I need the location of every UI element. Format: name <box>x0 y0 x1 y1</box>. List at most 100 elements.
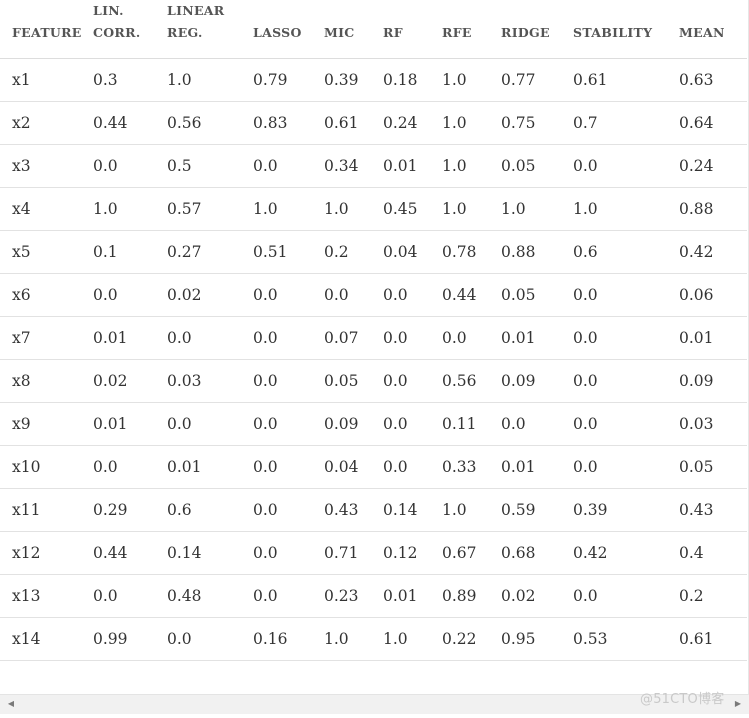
table-row: x12 0.44 0.14 0.0 0.71 0.12 0.67 0.68 0.42 0.4 <box>0 531 747 575</box>
score-cell: 1.0 <box>253 187 324 231</box>
score-cell: 0.01 <box>383 144 442 188</box>
column-header-rfe: RFE <box>442 0 501 59</box>
score-cell: 0.0 <box>573 445 679 489</box>
score-cell: 0.56 <box>167 101 253 145</box>
score-cell: 1.0 <box>442 144 501 188</box>
feature-name-cell: x1 <box>0 58 93 102</box>
table-row: x9 0.01 0.0 0.0 0.09 0.0 0.11 0.0 0.0 0.03 <box>0 402 747 446</box>
score-cell: 0.0 <box>253 273 324 317</box>
table-row: x6 0.0 0.02 0.0 0.0 0.0 0.44 0.05 0.0 0.06 <box>0 273 747 317</box>
chevron-left-icon[interactable]: ◀ <box>4 698 18 710</box>
score-cell: 1.0 <box>167 58 253 102</box>
feature-name-cell: x14 <box>0 617 93 661</box>
score-cell: 0.22 <box>442 617 501 661</box>
score-cell: 0.56 <box>442 359 501 403</box>
score-cell: 0.6 <box>573 230 679 274</box>
score-cell: 0.24 <box>679 144 747 188</box>
score-cell: 0.68 <box>501 531 573 575</box>
score-cell: 0.75 <box>501 101 573 145</box>
score-cell: 0.0 <box>442 316 501 360</box>
score-cell: 0.0 <box>253 144 324 188</box>
feature-ranking-table-container: FEATURE LIN. CORR. LINEAR REG. LASSO MIC RF RFE R… <box>0 0 749 694</box>
score-cell: 0.0 <box>573 359 679 403</box>
feature-name-cell: x12 <box>0 531 93 575</box>
score-cell: 0.57 <box>167 187 253 231</box>
score-cell: 0.0 <box>167 316 253 360</box>
score-cell: 0.42 <box>679 230 747 274</box>
score-cell: 0.01 <box>679 316 747 360</box>
feature-name-cell: x9 <box>0 402 93 446</box>
horizontal-scrollbar[interactable]: ◀ ▶ <box>0 694 749 718</box>
score-cell: 0.0 <box>501 402 573 446</box>
score-cell: 0.95 <box>501 617 573 661</box>
score-cell: 0.99 <box>93 617 167 661</box>
score-cell: 0.04 <box>324 445 383 489</box>
score-cell: 0.48 <box>167 574 253 618</box>
score-cell: 0.16 <box>253 617 324 661</box>
column-header-rf: RF <box>383 0 442 59</box>
score-cell: 0.78 <box>442 230 501 274</box>
table-row: x1 0.3 1.0 0.79 0.39 0.18 1.0 0.77 0.61 0.63 <box>0 58 747 102</box>
score-cell: 0.0 <box>573 273 679 317</box>
score-cell: 0.89 <box>442 574 501 618</box>
chevron-right-icon[interactable]: ▶ <box>731 698 745 710</box>
score-cell: 1.0 <box>442 101 501 145</box>
table-row: x2 0.44 0.56 0.83 0.61 0.24 1.0 0.75 0.7 0.64 <box>0 101 747 145</box>
score-cell: 0.18 <box>383 58 442 102</box>
feature-ranking-table: FEATURE LIN. CORR. LINEAR REG. LASSO MIC RF RFE R… <box>0 0 747 661</box>
column-header-ridge: RIDGE <box>501 0 573 59</box>
score-cell: 0.0 <box>167 617 253 661</box>
table-row: x4 1.0 0.57 1.0 1.0 0.45 1.0 1.0 1.0 0.88 <box>0 187 747 231</box>
score-cell: 0.06 <box>679 273 747 317</box>
score-cell: 0.09 <box>679 359 747 403</box>
score-cell: 1.0 <box>93 187 167 231</box>
column-header-mic: MIC <box>324 0 383 59</box>
score-cell: 0.11 <box>442 402 501 446</box>
score-cell: 0.03 <box>679 402 747 446</box>
feature-name-cell: x11 <box>0 488 93 532</box>
score-cell: 0.0 <box>383 316 442 360</box>
score-cell: 0.07 <box>324 316 383 360</box>
score-cell: 1.0 <box>442 187 501 231</box>
score-cell: 0.01 <box>501 445 573 489</box>
score-cell: 0.59 <box>501 488 573 532</box>
score-cell: 0.3 <box>93 58 167 102</box>
score-cell: 0.43 <box>679 488 747 532</box>
score-cell: 0.0 <box>383 273 442 317</box>
score-cell: 0.45 <box>383 187 442 231</box>
score-cell: 0.51 <box>253 230 324 274</box>
score-cell: 0.7 <box>573 101 679 145</box>
scrollbar-track[interactable] <box>0 694 749 714</box>
table-row: x10 0.0 0.01 0.0 0.04 0.0 0.33 0.01 0.0 0.05 <box>0 445 747 489</box>
score-cell: 1.0 <box>324 187 383 231</box>
feature-name-cell: x5 <box>0 230 93 274</box>
score-cell: 0.29 <box>93 488 167 532</box>
score-cell: 0.67 <box>442 531 501 575</box>
score-cell: 0.03 <box>167 359 253 403</box>
score-cell: 0.01 <box>93 402 167 446</box>
score-cell: 0.83 <box>253 101 324 145</box>
score-cell: 0.0 <box>253 316 324 360</box>
score-cell: 1.0 <box>573 187 679 231</box>
feature-name-cell: x8 <box>0 359 93 403</box>
score-cell: 0.09 <box>324 402 383 446</box>
score-cell: 0.4 <box>679 531 747 575</box>
table-row: x3 0.0 0.5 0.0 0.34 0.01 1.0 0.05 0.0 0.24 <box>0 144 747 188</box>
score-cell: 1.0 <box>501 187 573 231</box>
feature-name-cell: x10 <box>0 445 93 489</box>
score-cell: 0.39 <box>324 58 383 102</box>
score-cell: 0.0 <box>383 445 442 489</box>
score-cell: 0.0 <box>253 574 324 618</box>
score-cell: 0.44 <box>93 101 167 145</box>
score-cell: 0.14 <box>167 531 253 575</box>
table-row: x11 0.29 0.6 0.0 0.43 0.14 1.0 0.59 0.39 0.43 <box>0 488 747 532</box>
table-row: x8 0.02 0.03 0.0 0.05 0.0 0.56 0.09 0.0 0.09 <box>0 359 747 403</box>
score-cell: 0.05 <box>501 273 573 317</box>
score-cell: 0.88 <box>679 187 747 231</box>
column-header-linear-reg: LINEAR REG. <box>167 0 253 59</box>
score-cell: 0.44 <box>93 531 167 575</box>
score-cell: 0.14 <box>383 488 442 532</box>
score-cell: 0.01 <box>167 445 253 489</box>
score-cell: 0.53 <box>573 617 679 661</box>
score-cell: 0.63 <box>679 58 747 102</box>
